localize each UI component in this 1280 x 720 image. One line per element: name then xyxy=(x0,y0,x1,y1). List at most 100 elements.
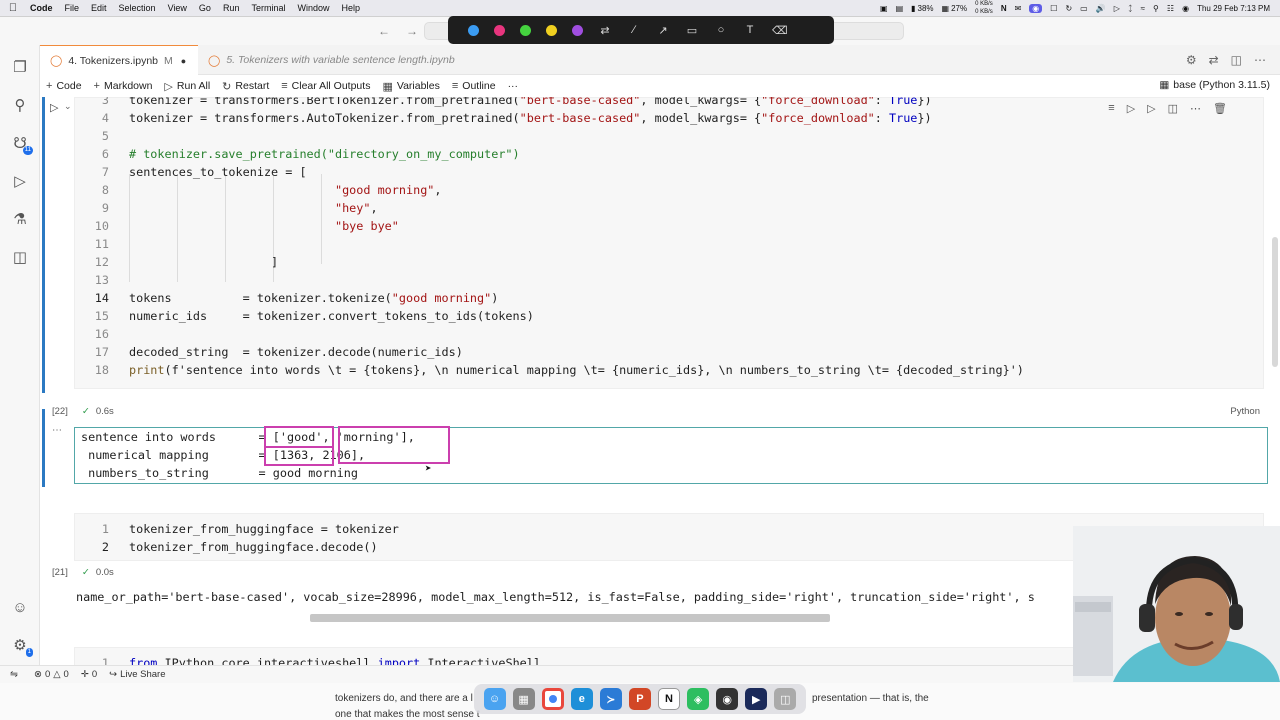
restart-button[interactable]: ↻ Restart xyxy=(216,80,275,93)
menu-window[interactable]: Window xyxy=(293,3,337,13)
chrome-icon[interactable] xyxy=(541,688,564,710)
menu-file[interactable]: File xyxy=(61,3,88,13)
bluetooth-icon[interactable]: ᛨ xyxy=(1128,4,1133,13)
tab-tokenizers[interactable]: ◯ 4. Tokenizers.ipynb M ● xyxy=(40,45,198,75)
pen-icon[interactable]: ∕ xyxy=(627,24,641,36)
battery-status[interactable]: ▮ 38% xyxy=(911,4,933,13)
compare-icon[interactable]: ⇄ xyxy=(1209,53,1219,67)
purple-color-swatch[interactable] xyxy=(572,24,583,36)
powerpoint-icon[interactable]: P xyxy=(628,688,651,710)
play-icon[interactable]: ▷ xyxy=(1114,4,1120,13)
search-icon[interactable]: ⚲ xyxy=(1153,4,1159,13)
more-toolbar-button[interactable]: ··· xyxy=(502,80,525,92)
vscode-icon[interactable]: ≻ xyxy=(599,688,622,710)
eraser-icon[interactable]: ⌫ xyxy=(772,24,788,37)
volume-icon[interactable]: 🔊 xyxy=(1096,4,1106,13)
apple-icon[interactable]:  xyxy=(0,2,26,14)
blue-color-swatch[interactable] xyxy=(468,24,479,36)
menu-run[interactable]: Run xyxy=(219,3,248,13)
menu-app-name[interactable]: Code xyxy=(26,3,61,13)
outline-button[interactable]: ≡ Outline xyxy=(446,80,502,92)
run-by-line-icon[interactable]: ≡ xyxy=(1108,102,1114,115)
run-cell-icon[interactable]: ▷ xyxy=(50,101,58,114)
evernote-icon[interactable]: ◈ xyxy=(687,688,710,710)
control-center-icon[interactable]: ☷ xyxy=(1167,4,1174,13)
notion-icon[interactable]: N xyxy=(658,688,680,710)
execute-above-icon[interactable]: ▷ xyxy=(1127,102,1135,115)
clock[interactable]: Thu 29 Feb 7:13 PM xyxy=(1197,4,1270,13)
vertical-scrollbar[interactable] xyxy=(1272,237,1278,367)
add-code-button[interactable]: + Code xyxy=(40,80,88,92)
zoom-icon[interactable]: ▶ xyxy=(745,688,768,710)
menu-view[interactable]: View xyxy=(164,3,195,13)
testing-icon[interactable]: ⚗ xyxy=(8,207,32,231)
execute-below-icon[interactable]: ▷ xyxy=(1147,102,1155,115)
split-cell-icon[interactable]: ◫ xyxy=(1168,102,1178,115)
source-control-icon[interactable]: ☋ 11 xyxy=(8,131,33,155)
green-color-swatch[interactable] xyxy=(520,24,531,36)
screen-icon[interactable]: ▤ xyxy=(896,4,904,13)
settings-icon[interactable]: ⚙ xyxy=(1186,53,1197,67)
background-text: presentation — that is, the xyxy=(812,693,929,704)
forward-arrow-icon[interactable]: → xyxy=(406,24,418,38)
ports-indicator[interactable]: ✛ 0 xyxy=(75,669,103,680)
delete-cell-icon[interactable]: 🗑 xyxy=(1213,102,1227,115)
menu-help[interactable]: Help xyxy=(337,3,368,13)
cell-2-output: name_or_path='bert-base-cased', vocab_si… xyxy=(76,590,1035,604)
menu-terminal[interactable]: Terminal xyxy=(247,3,293,13)
cast-icon[interactable]: ▭ xyxy=(1080,4,1088,13)
back-arrow-icon[interactable]: ← xyxy=(378,24,390,38)
remote-icon[interactable]: ◫ xyxy=(8,245,32,269)
shuffle-icon[interactable]: ⇄ xyxy=(598,24,612,37)
rectangle-tool-icon[interactable]: ▭ xyxy=(685,24,699,37)
account-icon[interactable]: ☺ xyxy=(8,595,32,619)
code-cell-1[interactable]: ≡ ▷ ▷ ◫ ⋯ 🗑 3 tokenizer = transformers.Be… xyxy=(74,97,1264,389)
finder-icon[interactable]: ☺ xyxy=(483,688,506,710)
modified-dot-icon[interactable]: ● xyxy=(181,56,186,66)
cpu-status[interactable]: ▦ 27% xyxy=(942,4,968,13)
search-icon[interactable]: ⚲ xyxy=(8,93,32,117)
wifi-icon[interactable]: ≈ xyxy=(1141,4,1145,13)
notion-icon[interactable]: N xyxy=(1001,4,1007,13)
arrow-tool-icon[interactable]: ↗ xyxy=(656,24,670,37)
problems-indicator[interactable]: ⊗ 0 △ 0 xyxy=(28,669,75,680)
pink-color-swatch[interactable] xyxy=(494,24,505,36)
menu-go[interactable]: Go xyxy=(195,3,219,13)
record-icon[interactable]: ◉ xyxy=(1029,3,1043,13)
more-actions-icon[interactable]: ⋯ xyxy=(1254,53,1266,67)
run-debug-icon[interactable]: ▷ xyxy=(8,169,32,193)
camera-icon[interactable]: ▣ xyxy=(880,4,888,13)
add-markdown-button[interactable]: + Markdown xyxy=(88,80,159,92)
run-all-button[interactable]: ▷ Run All xyxy=(158,80,216,93)
horizontal-scrollbar[interactable] xyxy=(310,614,830,622)
kernel-picker[interactable]: ▦ base (Python 3.11.5) xyxy=(1159,79,1270,91)
obs-icon[interactable]: ◉ xyxy=(716,688,739,710)
clear-outputs-button[interactable]: ≡ Clear All Outputs xyxy=(275,80,376,92)
clipboard-icon[interactable]: ☐ xyxy=(1050,4,1057,13)
variables-button[interactable]: ▦ Variables xyxy=(376,80,445,93)
menu-selection[interactable]: Selection xyxy=(115,3,164,13)
siri-icon[interactable]: ◉ xyxy=(1182,4,1189,13)
sync-icon[interactable]: ↻ xyxy=(1065,4,1072,13)
edge-icon[interactable]: e xyxy=(570,688,593,710)
live-share-button[interactable]: ↪ Live Share xyxy=(103,669,171,680)
text-tool-icon[interactable]: T xyxy=(743,24,757,36)
yellow-color-swatch[interactable] xyxy=(546,24,557,36)
network-status[interactable]: 0 KB/s 0 KB/s xyxy=(975,1,993,15)
trash-icon[interactable]: ◫ xyxy=(774,688,797,710)
circle-tool-icon[interactable]: ○ xyxy=(714,24,728,36)
more-cell-actions-icon[interactable]: ⋯ xyxy=(1190,102,1201,115)
launchpad-icon[interactable]: ▦ xyxy=(512,688,535,710)
mail-icon[interactable]: ✉ xyxy=(1015,4,1022,13)
cell-language[interactable]: Python xyxy=(1230,406,1260,417)
run-options-chevron-icon[interactable]: ⌄ xyxy=(64,101,72,112)
settings-gear-icon[interactable]: ⚙ 1 xyxy=(8,633,33,657)
menu-edit[interactable]: Edit xyxy=(87,3,115,13)
remote-indicator[interactable]: ⇋ xyxy=(0,669,28,680)
split-editor-icon[interactable]: ◫ xyxy=(1231,53,1242,67)
tab-variable-length[interactable]: ◯ 5. Tokenizers with variable sentence l… xyxy=(198,45,478,75)
clear-icon: ≡ xyxy=(281,80,288,92)
line-number: 17 xyxy=(94,345,109,359)
explorer-icon[interactable]: ❐ xyxy=(8,55,32,79)
output-more-icon[interactable]: ⋯ xyxy=(52,425,62,436)
